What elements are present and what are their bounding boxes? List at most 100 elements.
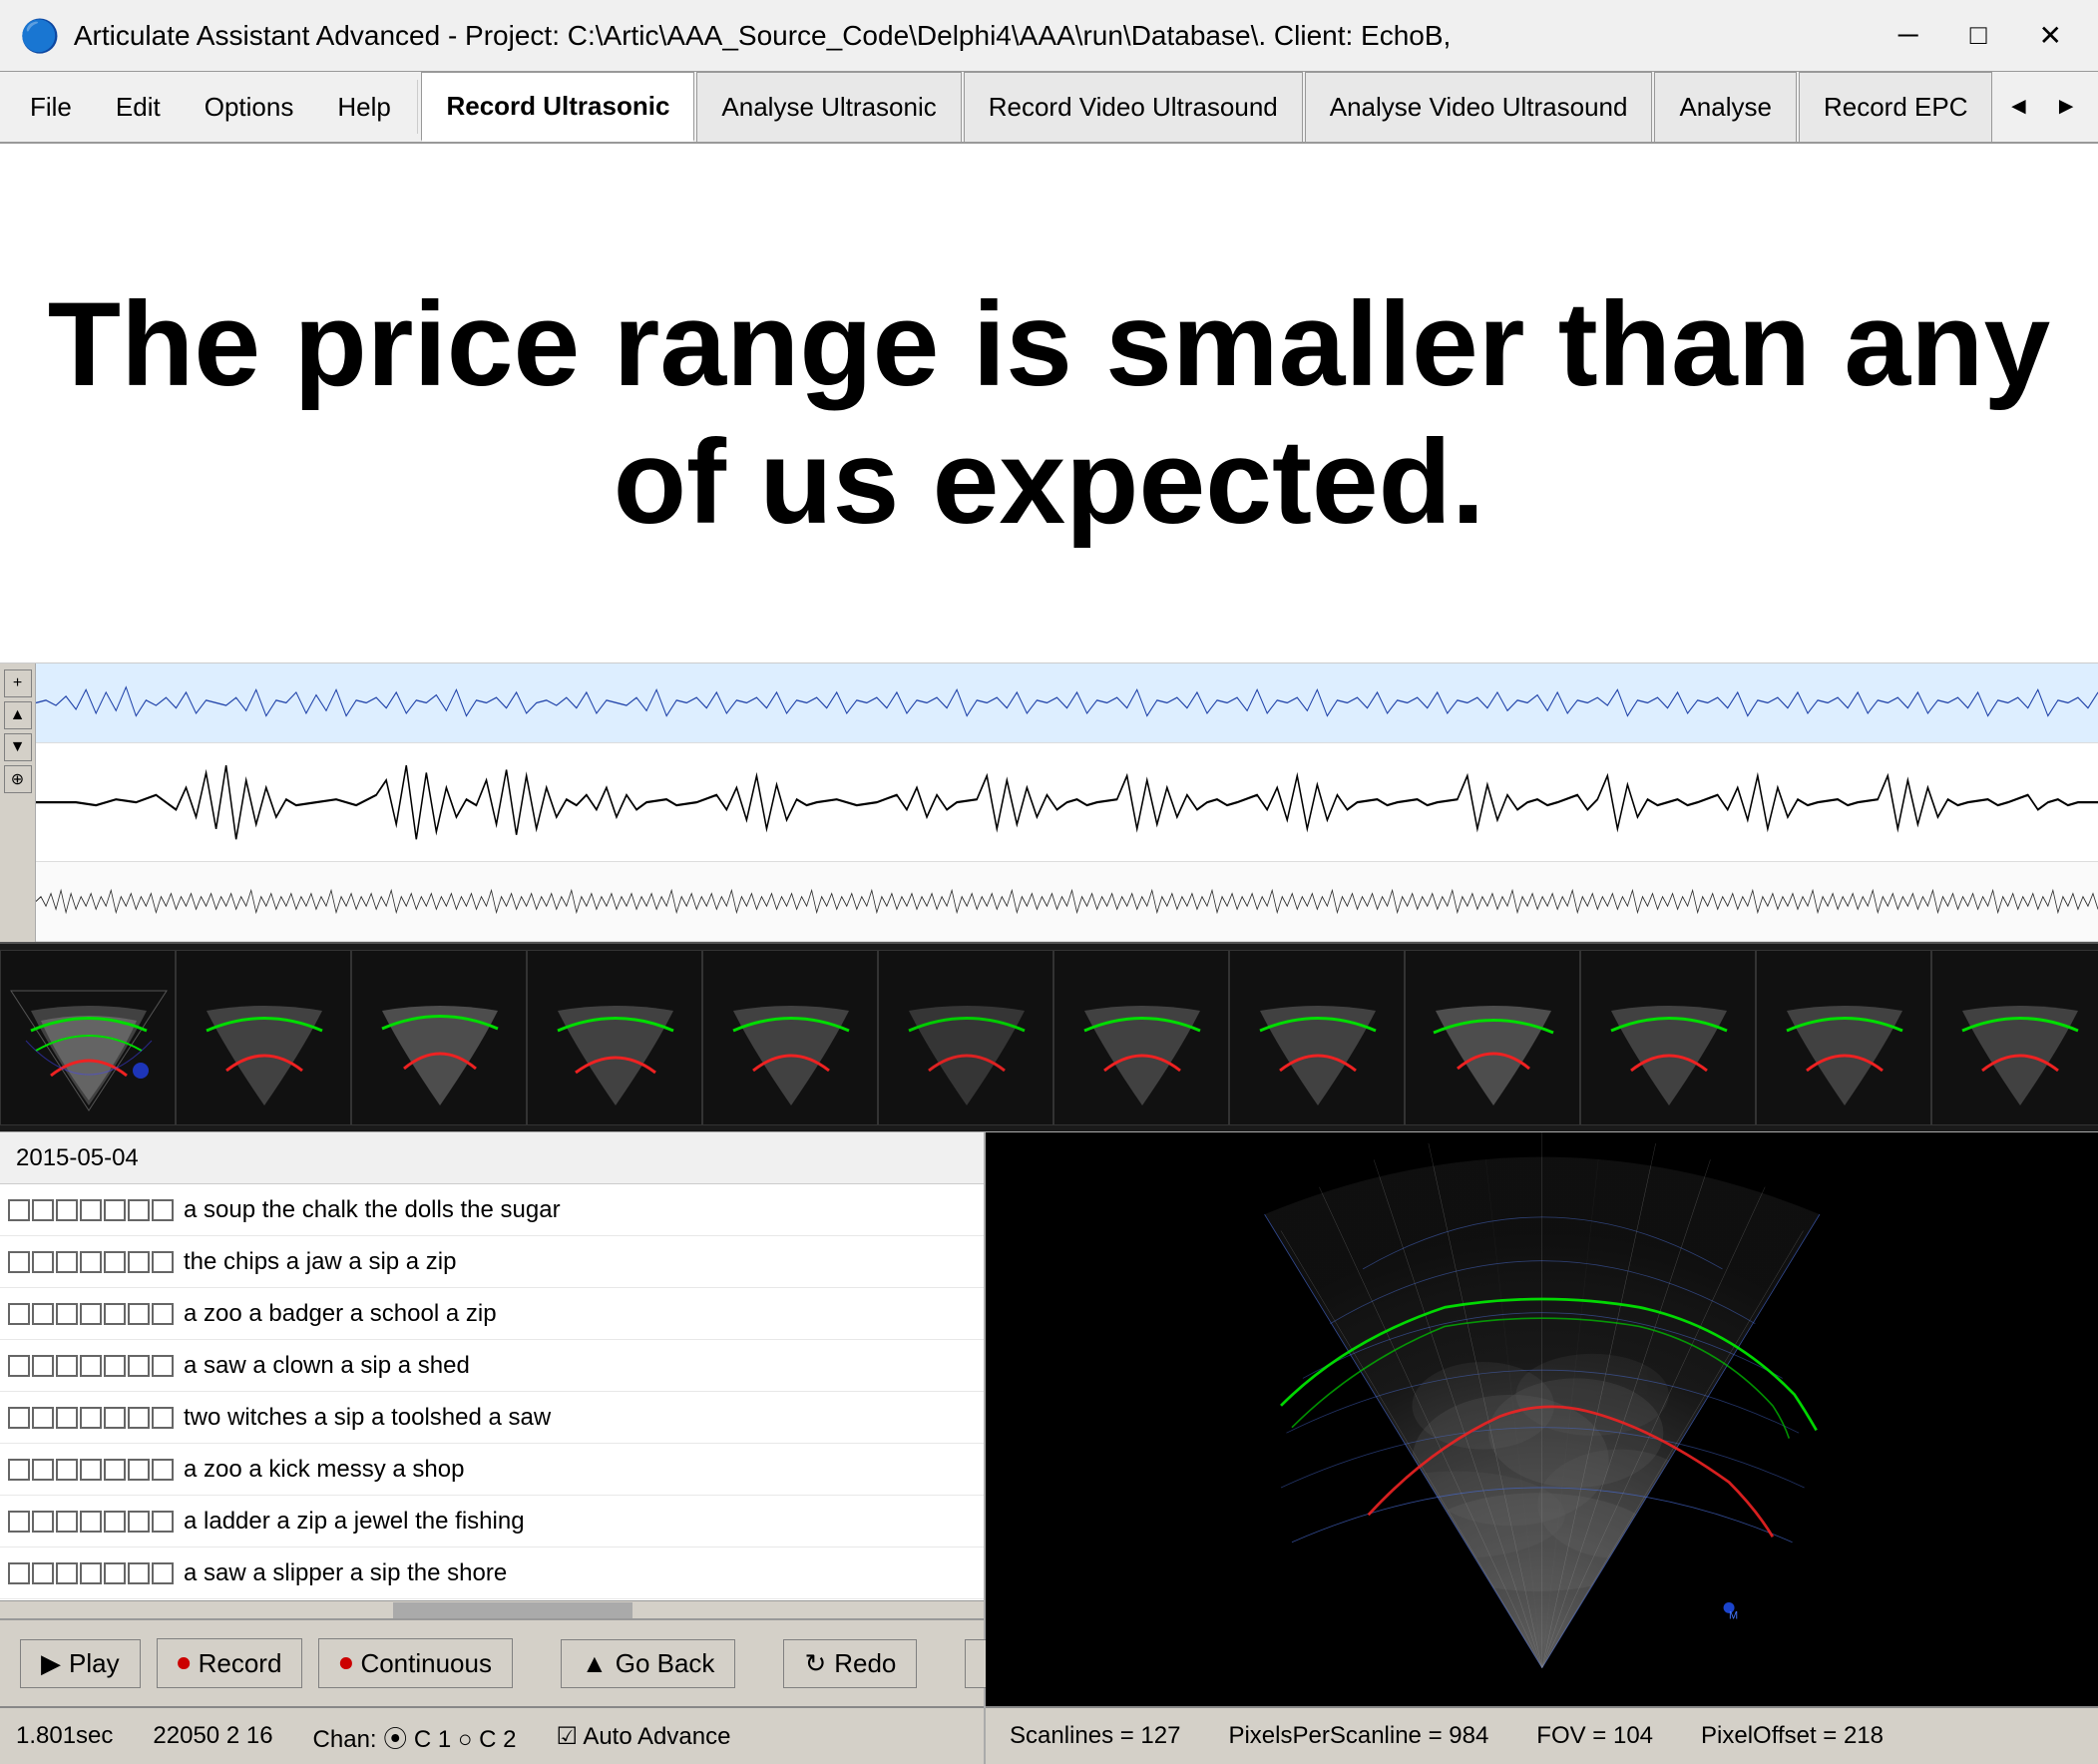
checkbox-2[interactable] bbox=[56, 1251, 78, 1273]
tab-record-ultrasonic[interactable]: Record Ultrasonic bbox=[421, 72, 694, 142]
play-button[interactable]: ▶ Play bbox=[20, 1639, 141, 1688]
thumb-item-4[interactable] bbox=[527, 950, 702, 1125]
thumb-item-12[interactable] bbox=[1931, 950, 2098, 1125]
auto-advance-check[interactable]: ☑ Auto Advance bbox=[556, 1722, 730, 1751]
list-scrollbar[interactable] bbox=[0, 1600, 984, 1618]
close-button[interactable]: ✕ bbox=[2023, 15, 2078, 56]
checkbox-5[interactable] bbox=[128, 1407, 150, 1429]
checkbox-1[interactable] bbox=[32, 1251, 54, 1273]
checkbox-6[interactable] bbox=[152, 1562, 174, 1584]
sentence-row[interactable]: the chips a jaw a sip a zip bbox=[0, 1236, 984, 1288]
thumb-item-6[interactable] bbox=[878, 950, 1053, 1125]
checkbox-2[interactable] bbox=[56, 1199, 78, 1221]
checkbox-4[interactable] bbox=[104, 1562, 126, 1584]
sentence-row[interactable]: a soup the chalk the dolls the sugar bbox=[0, 1184, 984, 1236]
zoom-up-button[interactable]: ▲ bbox=[4, 701, 32, 729]
chan2-radio[interactable]: ○ C 2 bbox=[458, 1726, 517, 1753]
checkbox-5[interactable] bbox=[128, 1355, 150, 1377]
sentence-row[interactable]: a zoo a kick messy a shop bbox=[0, 1444, 984, 1496]
thumb-item-9[interactable] bbox=[1405, 950, 1580, 1125]
checkbox-3[interactable] bbox=[80, 1251, 102, 1273]
thumb-item-1[interactable] bbox=[0, 950, 176, 1125]
checkbox-3[interactable] bbox=[80, 1303, 102, 1325]
checkbox-0[interactable] bbox=[8, 1407, 30, 1429]
sentence-row[interactable]: a zoo a badger a school a zip bbox=[0, 1288, 984, 1340]
thumb-item-3[interactable] bbox=[351, 950, 527, 1125]
thumb-item-2[interactable] bbox=[176, 950, 351, 1125]
checkbox-1[interactable] bbox=[32, 1303, 54, 1325]
zoom-fit-button[interactable]: ⊕ bbox=[4, 765, 32, 793]
checkbox-3[interactable] bbox=[80, 1355, 102, 1377]
checkbox-2[interactable] bbox=[56, 1407, 78, 1429]
thumb-item-5[interactable] bbox=[702, 950, 878, 1125]
checkbox-5[interactable] bbox=[128, 1562, 150, 1584]
chan1-radio[interactable]: ⦿ C 1 bbox=[383, 1726, 451, 1753]
sentence-list[interactable]: a soup the chalk the dolls the sugarthe … bbox=[0, 1184, 984, 1600]
checkbox-0[interactable] bbox=[8, 1199, 30, 1221]
checkbox-3[interactable] bbox=[80, 1459, 102, 1481]
thumb-item-10[interactable] bbox=[1580, 950, 1756, 1125]
checkbox-0[interactable] bbox=[8, 1251, 30, 1273]
checkbox-4[interactable] bbox=[104, 1355, 126, 1377]
checkbox-5[interactable] bbox=[128, 1303, 150, 1325]
checkbox-3[interactable] bbox=[80, 1562, 102, 1584]
zoom-down-button[interactable]: ▼ bbox=[4, 733, 32, 761]
checkbox-4[interactable] bbox=[104, 1459, 126, 1481]
go-back-button[interactable]: ▲ Go Back bbox=[561, 1639, 735, 1688]
sentence-row[interactable]: a saw a slipper a sip the shore bbox=[0, 1547, 984, 1599]
checkbox-4[interactable] bbox=[104, 1303, 126, 1325]
continuous-button[interactable]: ⏺ Continuous bbox=[318, 1638, 513, 1688]
checkbox-1[interactable] bbox=[32, 1199, 54, 1221]
checkbox-4[interactable] bbox=[104, 1251, 126, 1273]
checkbox-1[interactable] bbox=[32, 1459, 54, 1481]
checkbox-4[interactable] bbox=[104, 1511, 126, 1533]
checkbox-2[interactable] bbox=[56, 1303, 78, 1325]
checkbox-2[interactable] bbox=[56, 1355, 78, 1377]
checkbox-1[interactable] bbox=[32, 1355, 54, 1377]
tab-analyse[interactable]: Analyse bbox=[1654, 72, 1797, 142]
tab-record-epc[interactable]: Record EPC bbox=[1799, 72, 1993, 142]
checkbox-5[interactable] bbox=[128, 1251, 150, 1273]
checkbox-5[interactable] bbox=[128, 1459, 150, 1481]
checkbox-6[interactable] bbox=[152, 1407, 174, 1429]
checkbox-5[interactable] bbox=[128, 1511, 150, 1533]
checkbox-6[interactable] bbox=[152, 1459, 174, 1481]
checkbox-1[interactable] bbox=[32, 1511, 54, 1533]
checkbox-3[interactable] bbox=[80, 1199, 102, 1221]
checkbox-0[interactable] bbox=[8, 1562, 30, 1584]
checkbox-3[interactable] bbox=[80, 1407, 102, 1429]
maximize-button[interactable]: □ bbox=[1954, 15, 2003, 56]
scrollbar-thumb[interactable] bbox=[393, 1602, 632, 1618]
checkbox-1[interactable] bbox=[32, 1407, 54, 1429]
thumb-item-8[interactable] bbox=[1229, 950, 1405, 1125]
zoom-in-button[interactable]: + bbox=[4, 669, 32, 697]
tab-analyse-ultrasonic[interactable]: Analyse Ultrasonic bbox=[696, 72, 961, 142]
redo-button[interactable]: ↻ Redo bbox=[783, 1639, 917, 1688]
checkbox-5[interactable] bbox=[128, 1199, 150, 1221]
menu-file[interactable]: File bbox=[8, 72, 94, 142]
checkbox-6[interactable] bbox=[152, 1303, 174, 1325]
checkbox-0[interactable] bbox=[8, 1303, 30, 1325]
record-button[interactable]: ⏺ Record bbox=[157, 1638, 303, 1688]
checkbox-0[interactable] bbox=[8, 1511, 30, 1533]
checkbox-3[interactable] bbox=[80, 1511, 102, 1533]
checkbox-0[interactable] bbox=[8, 1459, 30, 1481]
checkbox-6[interactable] bbox=[152, 1511, 174, 1533]
checkbox-2[interactable] bbox=[56, 1459, 78, 1481]
sentence-row[interactable]: a ladder a zip a jewel the fishing bbox=[0, 1496, 984, 1547]
thumb-item-11[interactable] bbox=[1756, 950, 1931, 1125]
tab-analyse-video-ultrasound[interactable]: Analyse Video Ultrasound bbox=[1305, 72, 1653, 142]
tab-record-video-ultrasound[interactable]: Record Video Ultrasound bbox=[964, 72, 1303, 142]
checkbox-4[interactable] bbox=[104, 1199, 126, 1221]
checkbox-6[interactable] bbox=[152, 1251, 174, 1273]
checkbox-1[interactable] bbox=[32, 1562, 54, 1584]
sentence-row[interactable]: a saw a clown a sip a shed bbox=[0, 1340, 984, 1392]
checkbox-2[interactable] bbox=[56, 1562, 78, 1584]
sentence-row[interactable]: two witches a sip a toolshed a saw bbox=[0, 1392, 984, 1444]
menu-options[interactable]: Options bbox=[183, 72, 316, 142]
checkbox-2[interactable] bbox=[56, 1511, 78, 1533]
menu-edit[interactable]: Edit bbox=[94, 72, 183, 142]
menu-help[interactable]: Help bbox=[315, 72, 412, 142]
minimize-button[interactable]: ─ bbox=[1883, 15, 1934, 56]
checkbox-6[interactable] bbox=[152, 1199, 174, 1221]
